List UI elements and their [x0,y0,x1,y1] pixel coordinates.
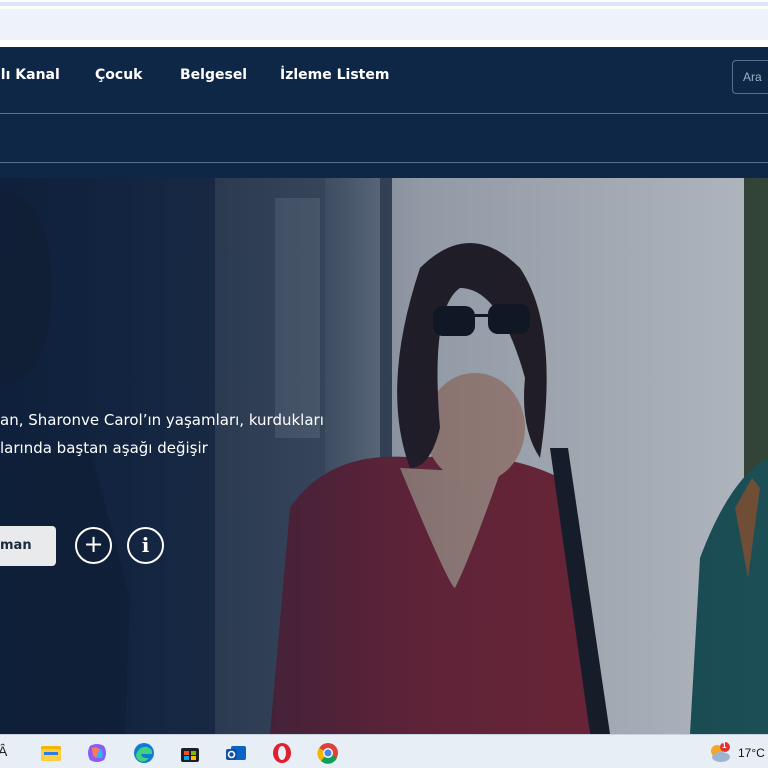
temperature-label: 17°C [738,746,765,760]
opera-icon[interactable] [271,742,293,764]
site-header: ılı Kanal Çocuk Belgesel İzleme Listem A… [0,47,768,113]
os-taskbar: Â 1 17°C [0,734,768,768]
hero-description: an, Sharonve Carol’ın yaşamları, kurdukl… [0,406,324,462]
plus-icon: + [83,530,104,558]
hero-description-line: an, Sharonve Carol’ın yaşamları, kurdukl… [0,411,324,429]
copilot-icon[interactable] [86,742,108,764]
store-icon[interactable] [179,742,201,764]
weather-icon [711,742,730,762]
sub-navigation-bar [0,114,768,162]
browser-toolbar [0,0,768,47]
edge-icon[interactable] [133,742,155,764]
chrome-icon[interactable] [317,742,339,764]
nav-item-kids[interactable]: Çocuk [95,67,142,83]
file-explorer-icon[interactable] [40,742,62,764]
weather-widget[interactable]: 1 [708,741,732,764]
info-icon: i [141,533,150,557]
watch-button[interactable]: man [0,526,56,566]
info-button[interactable]: i [127,527,164,564]
hero-description-line: larında baştan aşağı değişir [0,439,208,457]
nav-item-channel[interactable]: ılı Kanal [0,67,60,83]
add-to-list-button[interactable]: + [75,527,112,564]
header-bottom-band [0,163,768,178]
nav-item-documentary[interactable]: Belgesel [180,67,247,83]
outlook-icon[interactable] [225,742,247,764]
notification-badge: 1 [722,741,727,750]
browser-tab-strip [0,2,768,6]
taskbar-search-glyph[interactable]: Â [0,743,7,759]
nav-item-watchlist[interactable]: İzleme Listem [280,67,389,83]
search-input[interactable]: Ara [732,60,768,94]
screen: ılı Kanal Çocuk Belgesel İzleme Listem A… [0,0,768,768]
hero-banner: an, Sharonve Carol’ın yaşamları, kurdukl… [0,178,768,734]
browser-address-area[interactable] [0,9,768,40]
